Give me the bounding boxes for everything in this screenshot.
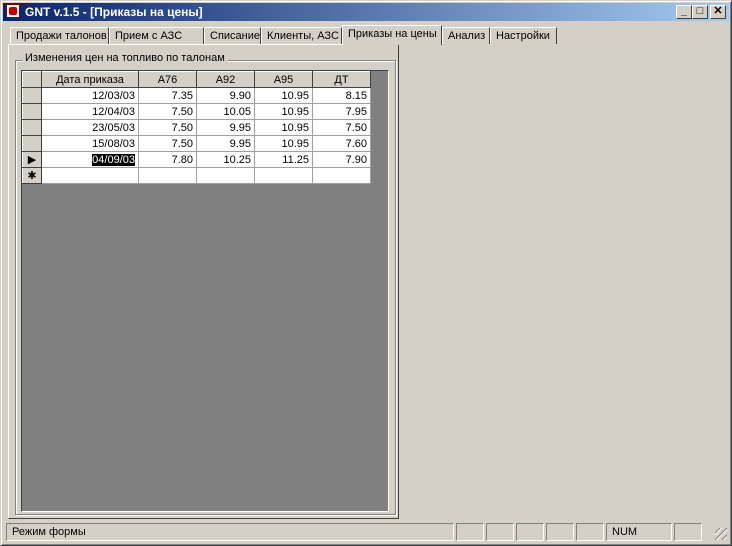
status-mode: Режим формы — [6, 523, 454, 541]
status-pane — [546, 523, 574, 541]
cell-a76[interactable]: 7.80 — [138, 151, 197, 168]
cell-a76[interactable]: 7.50 — [138, 135, 197, 152]
cell-date[interactable]: 15/08/03 — [41, 135, 139, 152]
table-row-current[interactable]: ▶ 04/09/03 7.80 10.25 11.25 7.90 — [22, 151, 371, 168]
cell-dt[interactable]: 7.90 — [312, 151, 371, 168]
cell-a92[interactable]: 9.95 — [196, 135, 255, 152]
cell-a92[interactable]: 10.25 — [196, 151, 255, 168]
resize-grip-icon[interactable] — [715, 528, 727, 540]
status-bar: Режим формы NUM — [3, 523, 729, 542]
status-pane — [576, 523, 604, 541]
status-pane — [486, 523, 514, 541]
table-row[interactable]: 23/05/03 7.50 9.95 10.95 7.50 — [22, 119, 371, 136]
cell-a95[interactable]: 11.25 — [254, 151, 313, 168]
tab-ticket-sales[interactable]: Продажи талонов — [10, 27, 109, 44]
current-row-arrow-icon[interactable]: ▶ — [22, 151, 42, 168]
cell-a76[interactable] — [138, 167, 197, 184]
table-row[interactable]: 15/08/03 7.50 9.95 10.95 7.60 — [22, 135, 371, 152]
column-header-a92[interactable]: А92 — [196, 71, 255, 88]
cell-dt[interactable]: 8.15 — [312, 87, 371, 104]
cell-date[interactable] — [41, 167, 139, 184]
status-pane — [674, 523, 702, 541]
tab-price-orders[interactable]: Приказы на цены — [342, 25, 442, 45]
cell-date[interactable]: 04/09/03 — [41, 151, 139, 168]
cell-date[interactable]: 23/05/03 — [41, 119, 139, 136]
cell-a92[interactable]: 9.95 — [196, 119, 255, 136]
cell-a95[interactable]: 10.95 — [254, 103, 313, 120]
cell-a95[interactable]: 10.95 — [254, 87, 313, 104]
status-pane — [516, 523, 544, 541]
column-header-date[interactable]: Дата приказа — [41, 71, 139, 88]
row-selector[interactable] — [22, 119, 42, 136]
cell-dt[interactable] — [312, 167, 371, 184]
grid-corner[interactable] — [22, 71, 42, 88]
row-selector[interactable] — [22, 87, 42, 104]
cell-date[interactable]: 12/04/03 — [41, 103, 139, 120]
row-selector[interactable] — [22, 103, 42, 120]
column-header-dt[interactable]: ДТ — [312, 71, 371, 88]
cell-a95[interactable]: 10.95 — [254, 119, 313, 136]
tab-write-off[interactable]: Списание — [204, 27, 261, 44]
maximize-button[interactable]: □ — [692, 5, 708, 19]
app-icon[interactable] — [6, 4, 20, 18]
window-title: GNT v.1.5 - [Приказы на цены] — [25, 5, 203, 19]
new-record-row[interactable]: ✱ — [22, 167, 371, 184]
cell-a95[interactable]: 10.95 — [254, 135, 313, 152]
cell-a92[interactable]: 9.90 — [196, 87, 255, 104]
price-orders-grid[interactable]: Дата приказа А76 А92 А95 ДТ 12/03/03 7.3… — [22, 71, 371, 184]
cell-a92[interactable]: 10.05 — [196, 103, 255, 120]
cell-dt[interactable]: 7.95 — [312, 103, 371, 120]
column-header-a95[interactable]: А95 — [254, 71, 313, 88]
title-bar[interactable]: GNT v.1.5 - [Приказы на цены] _ □ ✕ — [3, 3, 729, 21]
cell-a76[interactable]: 7.50 — [138, 119, 197, 136]
status-pane — [456, 523, 484, 541]
close-button[interactable]: ✕ — [710, 5, 726, 19]
tab-settings[interactable]: Настройки — [490, 27, 557, 44]
new-record-asterisk-icon[interactable]: ✱ — [22, 167, 42, 184]
selected-date-text[interactable]: 04/09/03 — [92, 153, 135, 166]
cell-a92[interactable] — [196, 167, 255, 184]
minimize-button[interactable]: _ — [676, 5, 692, 19]
cell-a95[interactable] — [254, 167, 313, 184]
tab-analysis[interactable]: Анализ — [442, 27, 490, 44]
tab-clients-stations[interactable]: Клиенты, АЗС — [261, 27, 342, 44]
table-row[interactable]: 12/04/03 7.50 10.05 10.95 7.95 — [22, 103, 371, 120]
group-label: Изменения цен на топливо по талонам — [22, 52, 228, 64]
table-row[interactable]: 12/03/03 7.35 9.90 10.95 8.15 — [22, 87, 371, 104]
cell-dt[interactable]: 7.50 — [312, 119, 371, 136]
cell-dt[interactable]: 7.60 — [312, 135, 371, 152]
cell-date[interactable]: 12/03/03 — [41, 87, 139, 104]
grid-header-row: Дата приказа А76 А92 А95 ДТ — [22, 71, 371, 88]
column-header-a76[interactable]: А76 — [138, 71, 197, 88]
status-num-lock: NUM — [606, 523, 672, 541]
cell-a76[interactable]: 7.35 — [138, 87, 197, 104]
row-selector[interactable] — [22, 135, 42, 152]
tab-station-receipt[interactable]: Прием с АЗС — [109, 27, 204, 44]
cell-a76[interactable]: 7.50 — [138, 103, 197, 120]
